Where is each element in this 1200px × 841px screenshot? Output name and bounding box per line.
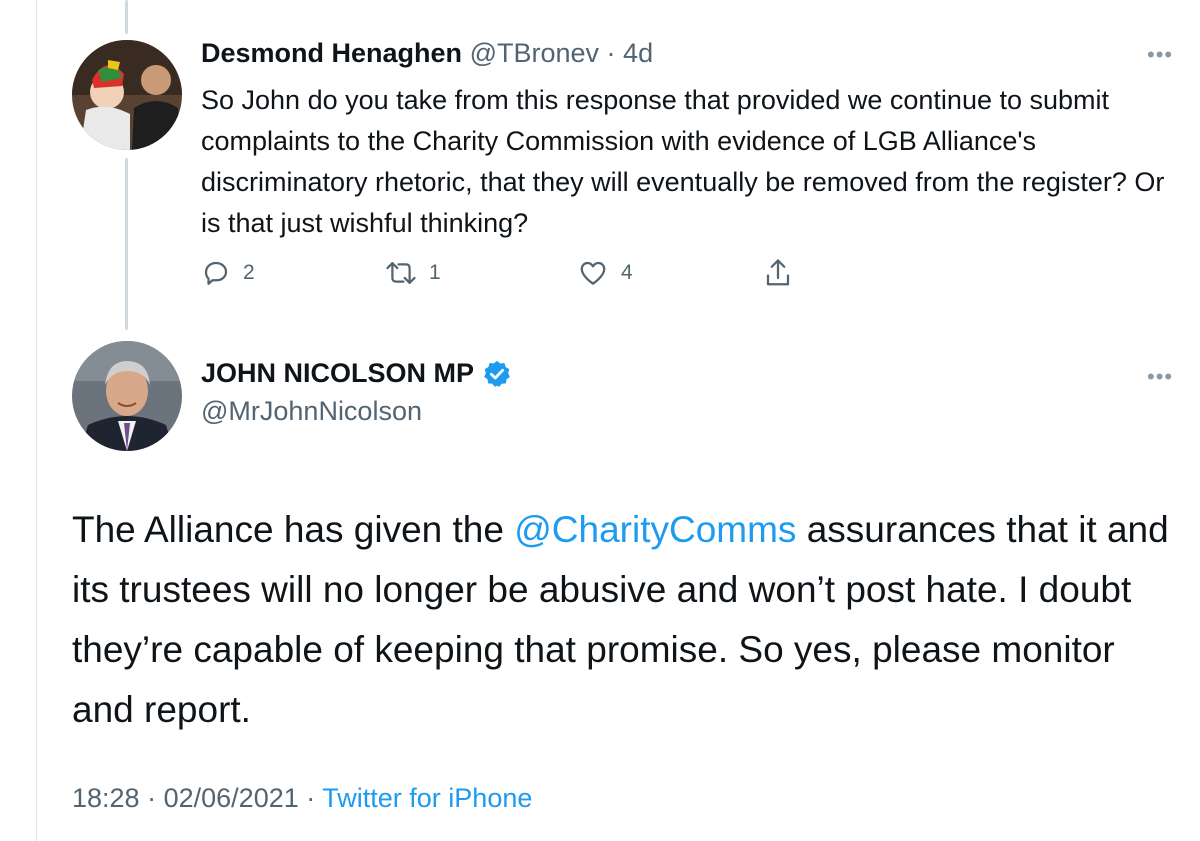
retweet-count: 1: [429, 261, 441, 284]
thread-line-top: [125, 0, 128, 34]
reply-count: 2: [243, 261, 255, 284]
meta-separator-2: ·: [306, 783, 316, 813]
thread-line-connector: [125, 158, 128, 330]
reply-handle[interactable]: @TBronev: [470, 38, 599, 68]
reply-icon: [204, 261, 228, 285]
like-button[interactable]: 4: [577, 258, 633, 288]
main-text-part-1: The Alliance has given the: [72, 509, 515, 550]
reply-age[interactable]: 4d: [623, 38, 653, 68]
tweet-time[interactable]: 18:28: [72, 783, 140, 813]
mention-link[interactable]: @CharityComms: [514, 509, 796, 550]
main-tweet-text: The Alliance has given the @CharityComms…: [72, 500, 1182, 740]
avatar-desmond-henaghen[interactable]: [72, 40, 182, 150]
share-button[interactable]: [763, 256, 805, 290]
verified-badge-icon: [484, 360, 510, 387]
reply-separator: ·: [606, 38, 616, 68]
reply-author-name[interactable]: Desmond Henaghen: [201, 38, 462, 68]
avatar-john-nicolson[interactable]: [72, 341, 182, 451]
reply-text: So John do you take from this response t…: [201, 85, 1165, 238]
main-author-name[interactable]: JOHN NICOLSON MP: [201, 358, 474, 389]
tweet-date[interactable]: 02/06/2021: [164, 783, 299, 813]
more-horizontal-icon[interactable]: •••: [1147, 42, 1173, 68]
main-author-row: JOHN NICOLSON MP: [201, 358, 512, 389]
reply-button[interactable]: 2: [201, 258, 255, 288]
share-icon: [766, 259, 790, 286]
retweet-button[interactable]: 1: [385, 258, 441, 288]
tweet-source-link[interactable]: Twitter for iPhone: [322, 783, 532, 813]
retweet-icon: [386, 262, 416, 284]
column-border: [36, 0, 37, 841]
reply-header: Desmond Henaghen @TBronev · 4d: [201, 34, 653, 72]
more-horizontal-icon[interactable]: •••: [1147, 364, 1173, 390]
heart-icon: [580, 261, 606, 285]
like-count: 4: [621, 261, 633, 284]
tweet-meta: 18:28 · 02/06/2021 · Twitter for iPhone: [72, 783, 532, 814]
meta-separator-1: ·: [147, 783, 157, 813]
main-handle[interactable]: @MrJohnNicolson: [201, 396, 422, 427]
